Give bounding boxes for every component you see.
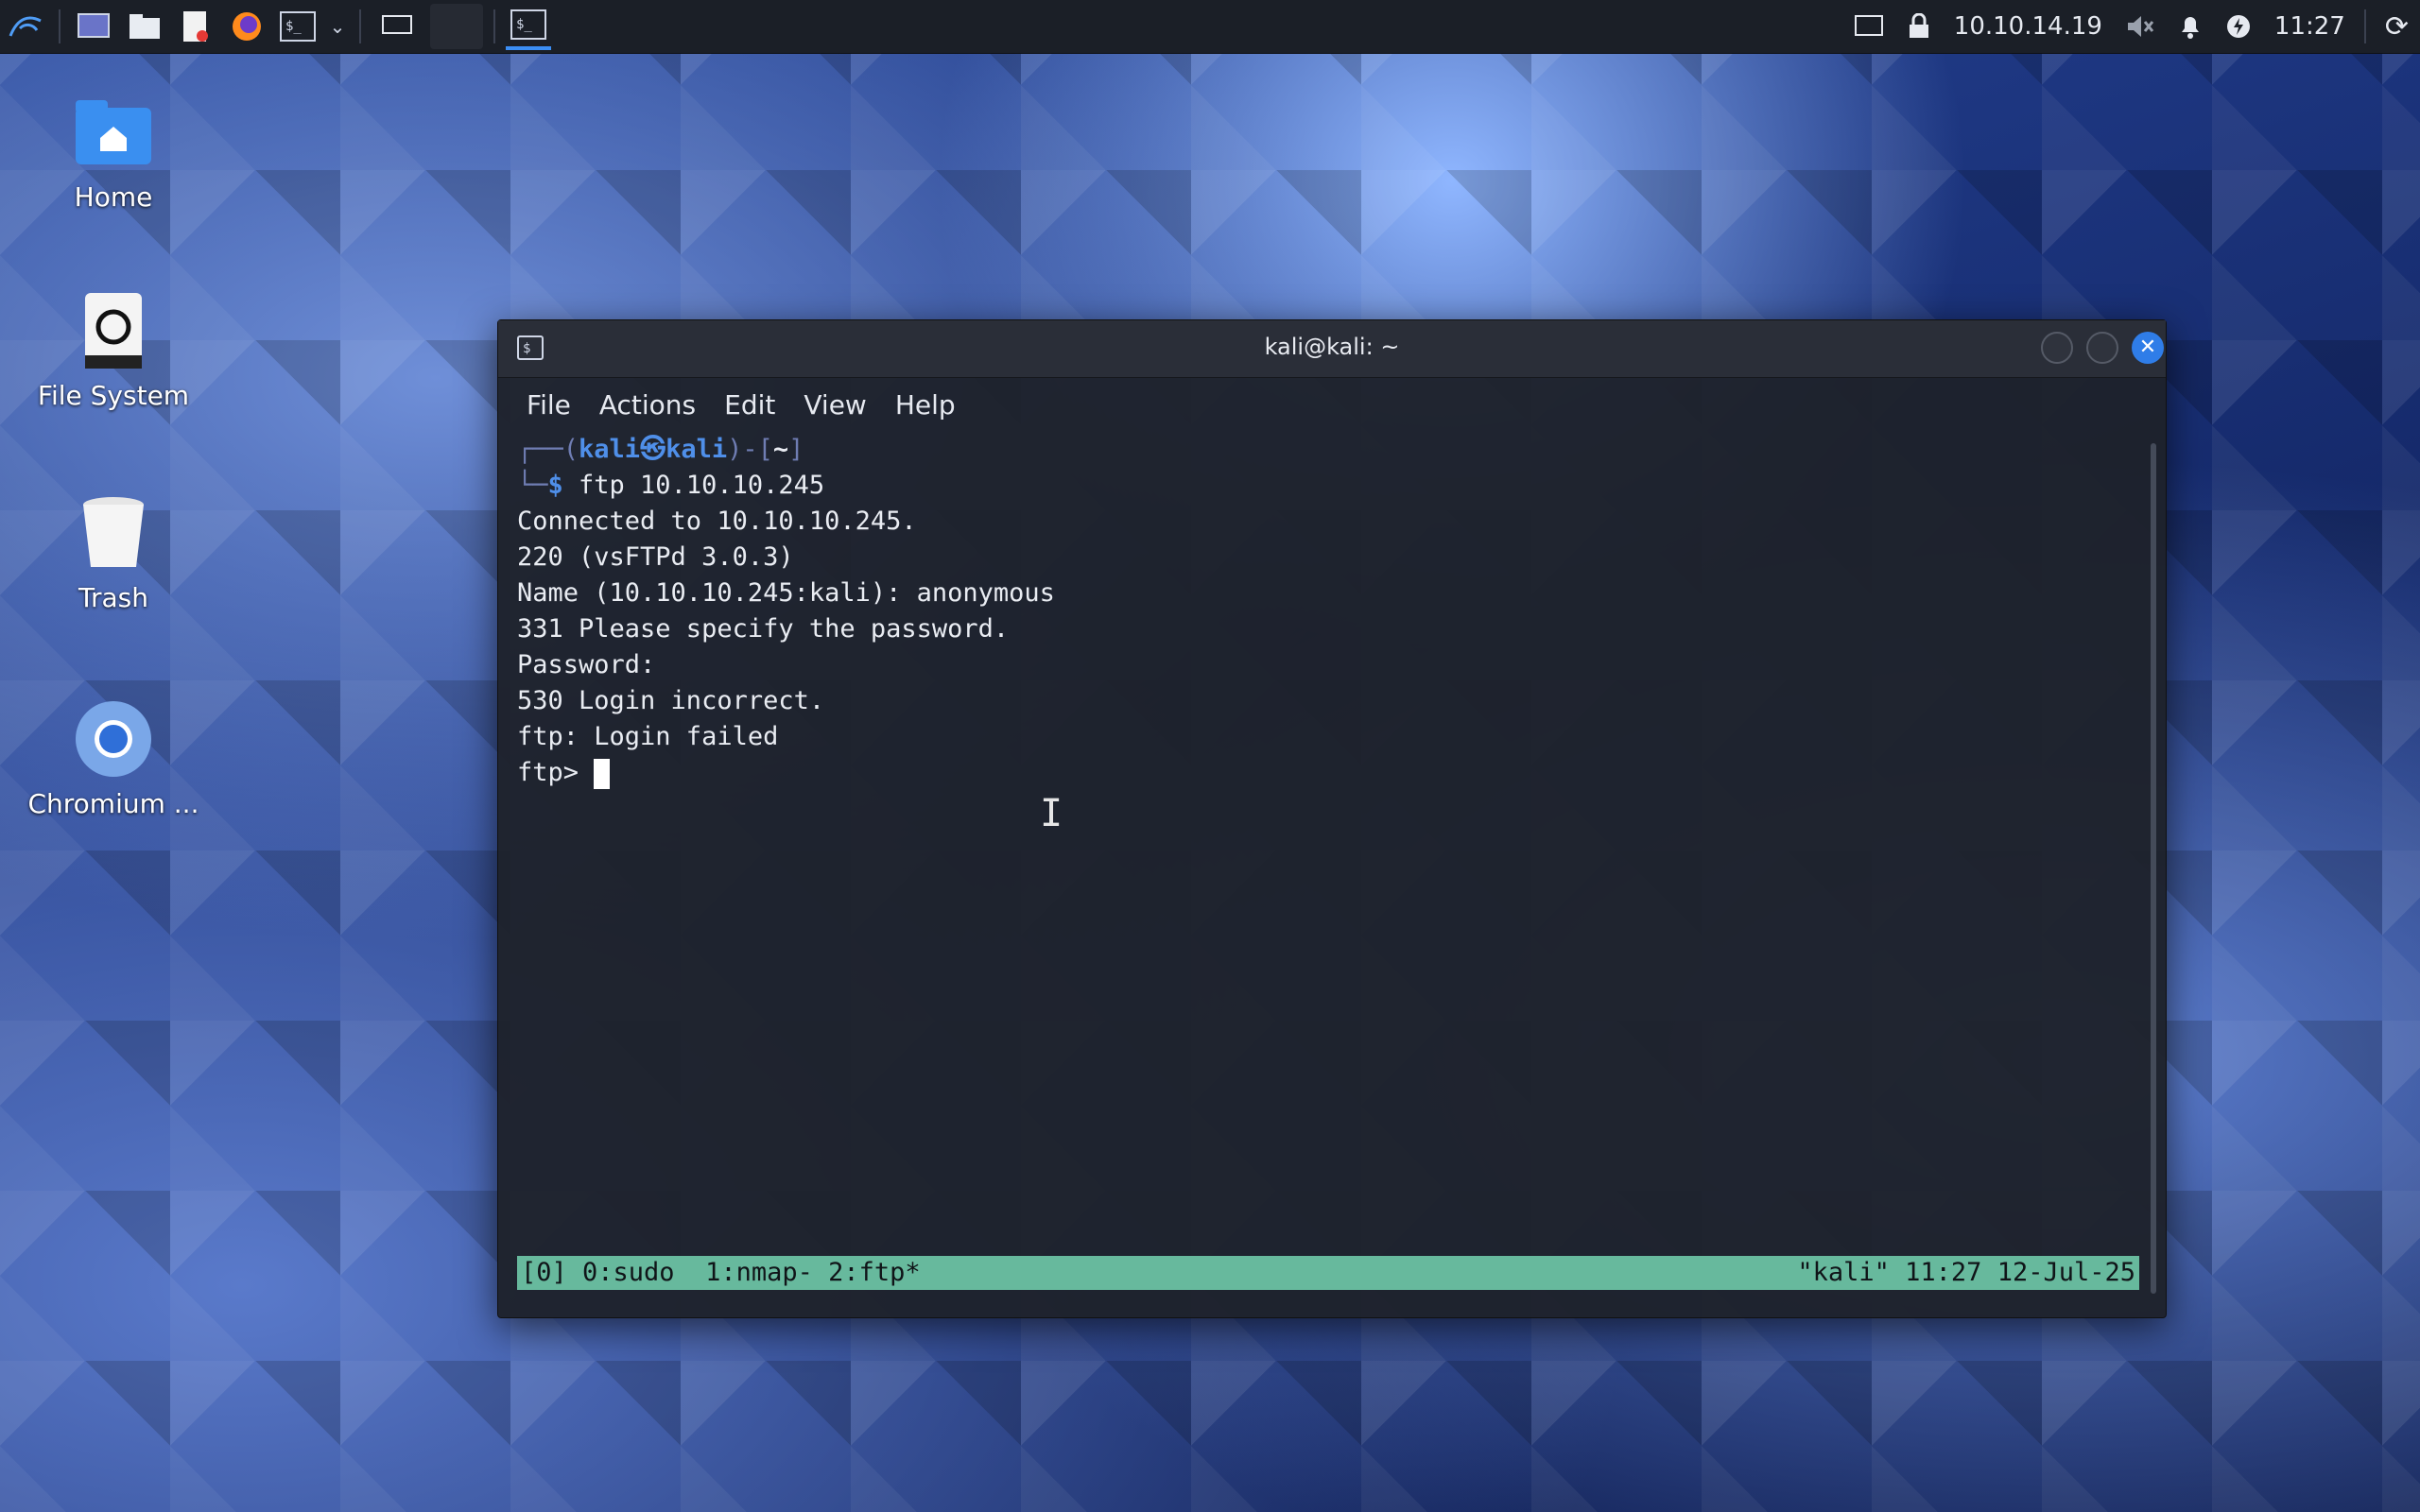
desktop-icon-label: Home (74, 181, 153, 213)
desktop-icon-label: Trash (78, 582, 148, 613)
clock[interactable]: 11:27 (2274, 12, 2345, 41)
command-line: └─$ ftp 10.10.10.245 (517, 471, 825, 500)
home-folder-icon (72, 91, 155, 174)
vpn-icon[interactable] (1907, 13, 1931, 40)
menu-view[interactable]: View (804, 389, 866, 421)
prompt-user: kali (579, 435, 641, 464)
ip-address: 10.10.14.19 (1953, 12, 2102, 41)
prompt-dir: ~ (772, 435, 789, 464)
menu-bar: File Actions Edit View Help (498, 377, 2166, 432)
menu-help[interactable]: Help (895, 389, 956, 421)
ftp-prompt: ftp> (517, 758, 595, 787)
window-titlebar[interactable]: $ kali@kali: ~ ✕ (498, 320, 2166, 378)
output-line: ftp: Login failed (517, 722, 779, 751)
chevron-down-icon[interactable]: ⌄ (326, 4, 349, 49)
logout-icon[interactable]: ⟳ (2385, 10, 2409, 43)
firefox-icon[interactable] (224, 4, 269, 49)
show-desktop-icon[interactable] (71, 4, 116, 49)
file-manager-icon[interactable] (122, 4, 167, 49)
scrollbar[interactable] (2151, 443, 2156, 1294)
desktop-icon-label: File System (37, 380, 190, 411)
desktop-icon-chromium[interactable]: Chromium ... (19, 697, 208, 819)
tmux-status-right: "kali" 11:27 12-Jul-25 (1797, 1258, 2135, 1287)
tmux-windows: [0] 0:sudo 1:nmap- 2:ftp* (521, 1258, 921, 1287)
output-line: 220 (vsFTPd 3.0.3) (517, 542, 794, 572)
menu-file[interactable]: File (527, 389, 571, 421)
mute-icon[interactable] (2125, 13, 2155, 40)
display-icon[interactable] (1854, 13, 1884, 40)
close-button[interactable]: ✕ (2132, 332, 2164, 364)
maximize-button[interactable] (2086, 332, 2118, 364)
prompt-line: ┌──(kali㉿kali)-[~] (517, 435, 804, 464)
terminal-output[interactable]: ┌──(kali㉿kali)-[~] └─$ ftp 10.10.10.245 … (517, 432, 2143, 1317)
output-line: 530 Login incorrect. (517, 686, 825, 715)
terminal-launcher-icon[interactable]: $_ (275, 4, 320, 49)
trash-icon (72, 491, 155, 575)
prompt-host: kali (666, 435, 728, 464)
svg-text:$_: $_ (516, 17, 532, 32)
bell-icon[interactable] (2178, 13, 2203, 40)
text-cursor (594, 758, 611, 789)
output-line: Name (10.10.10.245:kali): anonymous (517, 578, 1055, 608)
terminal-task-button[interactable]: $_ (506, 3, 551, 50)
kali-menu-icon[interactable] (3, 4, 48, 49)
taskbar: $_ ⌄ $_ 10.10.14.19 11:27 ⟳ (0, 0, 2420, 54)
command-text: ftp 10.10.10.245 (579, 471, 825, 500)
output-line: Connected to 10.10.10.245. (517, 507, 917, 536)
svg-text:$_: $_ (285, 19, 302, 34)
minimize-button[interactable] (2041, 332, 2073, 364)
drive-icon (72, 289, 155, 372)
desktop-icon-trash[interactable]: Trash (19, 491, 208, 613)
power-manager-icon[interactable] (2225, 13, 2252, 40)
ibeam-cursor-icon: I (1040, 792, 1063, 835)
text-editor-icon[interactable] (173, 4, 218, 49)
desktop-icon-filesystem[interactable]: File System (19, 289, 208, 411)
workspace-1[interactable] (372, 4, 424, 49)
workspace-2[interactable] (430, 4, 483, 49)
window-title: kali@kali: ~ (1264, 334, 1400, 360)
desktop-icon-home[interactable]: Home (19, 91, 208, 213)
menu-actions[interactable]: Actions (599, 389, 696, 421)
menu-edit[interactable]: Edit (724, 389, 775, 421)
tmux-status-bar: [0] 0:sudo 1:nmap- 2:ftp* "kali" 11:27 12… (517, 1256, 2139, 1290)
output-line: 331 Please specify the password. (517, 614, 1010, 644)
desktop-icon-label: Chromium ... (27, 788, 199, 819)
terminal-window[interactable]: $ kali@kali: ~ ✕ File Actions Edit View … (497, 319, 2167, 1318)
output-line: Password: (517, 650, 656, 679)
chromium-icon (72, 697, 155, 781)
ftp-prompt-line[interactable]: ftp> (517, 755, 2143, 791)
